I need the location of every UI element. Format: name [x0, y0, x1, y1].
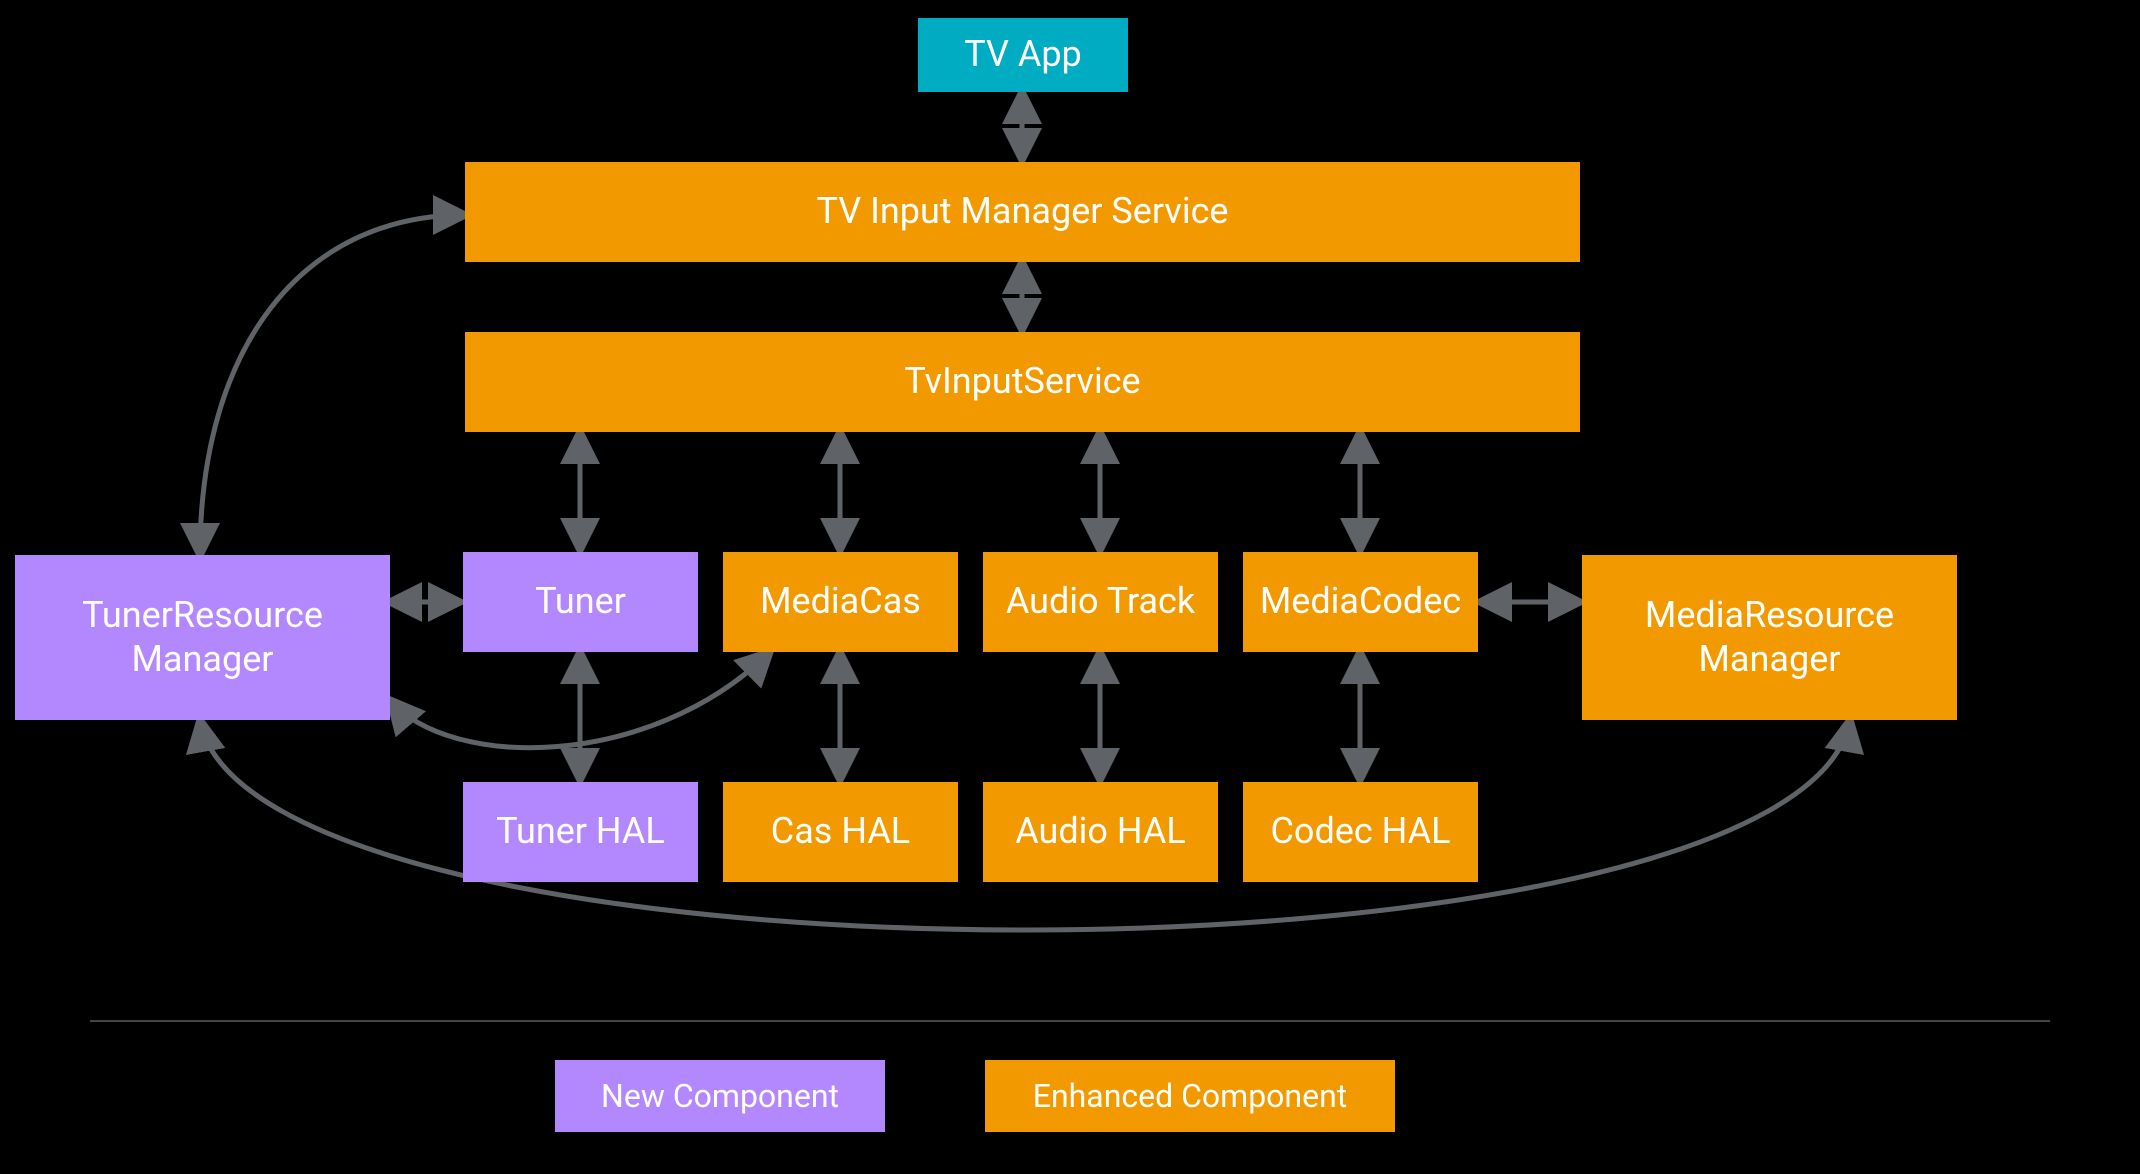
tuner-box: Tuner	[463, 552, 698, 652]
audio-hal-box: Audio HAL	[983, 782, 1218, 882]
legend-enhanced-component: Enhanced Component	[985, 1060, 1395, 1132]
mrm-line1: MediaResource	[1645, 594, 1894, 636]
mrm-line2: Manager	[1699, 638, 1841, 680]
tuner-hal-box: Tuner HAL	[463, 782, 698, 882]
tv-input-manager-service-box: TV Input Manager Service	[465, 162, 1580, 262]
tv-app-box: TV App	[918, 18, 1128, 92]
tv-input-service-box: TvInputService	[465, 332, 1580, 432]
tuner-resource-manager-box: TunerResource Manager	[15, 555, 390, 720]
mediacodec-box: MediaCodec	[1243, 552, 1478, 652]
mediacas-box: MediaCas	[723, 552, 958, 652]
cas-hal-box: Cas HAL	[723, 782, 958, 882]
trm-line2: Manager	[132, 638, 274, 680]
trm-line1: TunerResource	[82, 594, 323, 636]
media-resource-manager-box: MediaResource Manager	[1582, 555, 1957, 720]
audiotrack-box: Audio Track	[983, 552, 1218, 652]
legend-new-component: New Component	[555, 1060, 885, 1132]
legend-divider	[90, 1020, 2050, 1022]
codec-hal-box: Codec HAL	[1243, 782, 1478, 882]
